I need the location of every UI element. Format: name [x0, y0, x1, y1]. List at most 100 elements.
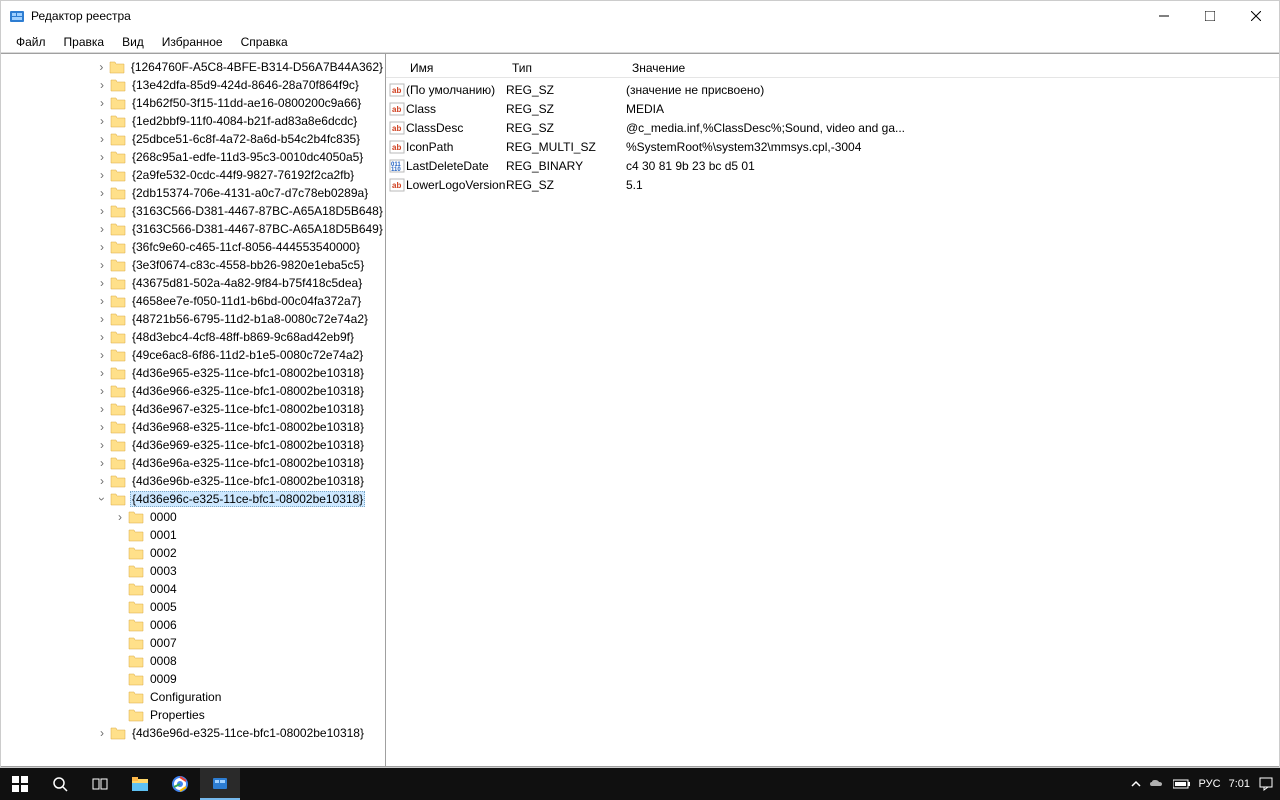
- tree-item[interactable]: ›{4d36e965-e325-11ce-bfc1-08002be10318}: [1, 364, 385, 382]
- tree-item[interactable]: ›{3163C566-D381-4467-87BC-A65A18D5B648}: [1, 202, 385, 220]
- expand-icon[interactable]: ›: [96, 726, 108, 740]
- tree-item[interactable]: Configuration: [1, 688, 385, 706]
- tree-item[interactable]: ›{49ce6ac8-6f86-11d2-b1e5-0080c72e74a2}: [1, 346, 385, 364]
- expand-icon[interactable]: ›: [96, 456, 108, 470]
- tree-item[interactable]: 0003: [1, 562, 385, 580]
- tree-item[interactable]: ›{48721b56-6795-11d2-b1a8-0080c72e74a2}: [1, 310, 385, 328]
- menu-edit[interactable]: Правка: [55, 33, 114, 51]
- clock[interactable]: 7:01: [1229, 778, 1250, 790]
- expand-icon[interactable]: ›: [96, 294, 108, 308]
- taskbar[interactable]: РУС 7:01: [0, 768, 1280, 800]
- system-tray[interactable]: РУС 7:01: [1131, 776, 1280, 792]
- tree-item-selected[interactable]: ›{4d36e96c-e325-11ce-bfc1-08002be10318}: [1, 490, 385, 508]
- close-button[interactable]: [1233, 1, 1279, 31]
- tree-item[interactable]: 0005: [1, 598, 385, 616]
- expand-icon[interactable]: ›: [96, 312, 108, 326]
- expand-icon[interactable]: ›: [96, 348, 108, 362]
- tree-item[interactable]: ›{4d36e96d-e325-11ce-bfc1-08002be10318}: [1, 724, 385, 742]
- col-data-header[interactable]: Значение: [626, 61, 1279, 75]
- tree-item[interactable]: ›{25dbce51-6c8f-4a72-8a6d-b54c2b4fc835}: [1, 130, 385, 148]
- expand-icon[interactable]: ›: [96, 60, 107, 74]
- expand-icon[interactable]: ›: [96, 204, 108, 218]
- collapse-icon[interactable]: ›: [95, 493, 109, 505]
- expand-icon[interactable]: ›: [96, 330, 108, 344]
- tree-pane[interactable]: ›{1264760F-A5C8-4BFE-B314-D56A7B44A362}›…: [1, 54, 386, 766]
- expand-icon[interactable]: ›: [96, 258, 108, 272]
- tree-item[interactable]: ›{4d36e96b-e325-11ce-bfc1-08002be10318}: [1, 472, 385, 490]
- tree-item[interactable]: ›{4d36e969-e325-11ce-bfc1-08002be10318}: [1, 436, 385, 454]
- menu-help[interactable]: Справка: [232, 33, 297, 51]
- tree-item[interactable]: ›{4d36e96a-e325-11ce-bfc1-08002be10318}: [1, 454, 385, 472]
- tree-item[interactable]: Properties: [1, 706, 385, 724]
- expand-icon[interactable]: ›: [96, 78, 108, 92]
- tree-item[interactable]: ›{4658ee7e-f050-11d1-b6bd-00c04fa372a7}: [1, 292, 385, 310]
- tree-item[interactable]: ›{3163C566-D381-4467-87BC-A65A18D5B649}: [1, 220, 385, 238]
- tree-item[interactable]: 0006: [1, 616, 385, 634]
- titlebar[interactable]: Редактор реестра: [1, 1, 1279, 31]
- tree-item[interactable]: ›{43675d81-502a-4a82-9f84-b75f418c5dea}: [1, 274, 385, 292]
- maximize-button[interactable]: [1187, 1, 1233, 31]
- regedit-taskbar-icon[interactable]: [200, 768, 240, 800]
- expand-icon[interactable]: ›: [96, 474, 108, 488]
- expand-icon[interactable]: ›: [96, 150, 108, 164]
- expand-icon[interactable]: ›: [96, 276, 108, 290]
- tree-item[interactable]: ›{2a9fe532-0cdc-44f9-9827-76192f2ca2fb}: [1, 166, 385, 184]
- tree-item[interactable]: ›{48d3ebc4-4cf8-48ff-b869-9c68ad42eb9f}: [1, 328, 385, 346]
- tree-item[interactable]: ›{4d36e967-e325-11ce-bfc1-08002be10318}: [1, 400, 385, 418]
- expand-icon[interactable]: ›: [96, 438, 108, 452]
- expand-icon[interactable]: ›: [96, 240, 108, 254]
- tree-item[interactable]: 0009: [1, 670, 385, 688]
- value-row[interactable]: abClassREG_SZMEDIA: [386, 99, 1279, 118]
- value-row[interactable]: abIconPathREG_MULTI_SZ%SystemRoot%\syste…: [386, 137, 1279, 156]
- tree-item[interactable]: 0008: [1, 652, 385, 670]
- expand-icon[interactable]: ›: [96, 186, 108, 200]
- minimize-button[interactable]: [1141, 1, 1187, 31]
- taskview-button[interactable]: [80, 768, 120, 800]
- menu-file[interactable]: Файл: [7, 33, 55, 51]
- tree-item[interactable]: ›{36fc9e60-c465-11cf-8056-444553540000}: [1, 238, 385, 256]
- tree-item[interactable]: ›{3e3f0674-c83c-4558-bb26-9820e1eba5c5}: [1, 256, 385, 274]
- value-row[interactable]: abLowerLogoVersionREG_SZ5.1: [386, 175, 1279, 194]
- menu-favorites[interactable]: Избранное: [153, 33, 232, 51]
- expand-icon[interactable]: ›: [96, 384, 108, 398]
- start-button[interactable]: [0, 768, 40, 800]
- tree-item[interactable]: 0001: [1, 526, 385, 544]
- expand-icon[interactable]: ›: [96, 420, 108, 434]
- battery-icon[interactable]: [1173, 779, 1191, 789]
- tree-item[interactable]: 0007: [1, 634, 385, 652]
- expand-icon[interactable]: ›: [96, 366, 108, 380]
- values-header[interactable]: Имя Тип Значение: [386, 54, 1279, 78]
- menu-view[interactable]: Вид: [113, 33, 153, 51]
- language-indicator[interactable]: РУС: [1199, 778, 1221, 790]
- tree-item[interactable]: 0004: [1, 580, 385, 598]
- tree-scroll[interactable]: ›{1264760F-A5C8-4BFE-B314-D56A7B44A362}›…: [1, 54, 385, 766]
- tree-item[interactable]: ›{268c95a1-edfe-11d3-95c3-0010dc4050a5}: [1, 148, 385, 166]
- action-center-icon[interactable]: [1258, 776, 1274, 792]
- tree-item[interactable]: ›{1264760F-A5C8-4BFE-B314-D56A7B44A362}: [1, 58, 385, 76]
- chrome-icon[interactable]: [160, 768, 200, 800]
- value-row[interactable]: abClassDescREG_SZ@c_media.inf,%ClassDesc…: [386, 118, 1279, 137]
- tray-chevron-icon[interactable]: [1131, 779, 1141, 789]
- explorer-icon[interactable]: [120, 768, 160, 800]
- tree-item[interactable]: ›{4d36e968-e325-11ce-bfc1-08002be10318}: [1, 418, 385, 436]
- tree-item[interactable]: ›0000: [1, 508, 385, 526]
- expand-icon[interactable]: ›: [114, 510, 126, 524]
- expand-icon[interactable]: ›: [96, 96, 108, 110]
- tree-item[interactable]: ›{13e42dfa-85d9-424d-8646-28a70f864f9c}: [1, 76, 385, 94]
- col-name-header[interactable]: Имя: [386, 61, 506, 75]
- col-type-header[interactable]: Тип: [506, 61, 626, 75]
- expand-icon[interactable]: ›: [96, 132, 108, 146]
- tree-item[interactable]: 0002: [1, 544, 385, 562]
- tree-item[interactable]: ›{14b62f50-3f15-11dd-ae16-0800200c9a66}: [1, 94, 385, 112]
- tree-item[interactable]: ›{2db15374-706e-4131-a0c7-d7c78eb0289a}: [1, 184, 385, 202]
- expand-icon[interactable]: ›: [96, 114, 108, 128]
- expand-icon[interactable]: ›: [96, 168, 108, 182]
- expand-icon[interactable]: ›: [96, 402, 108, 416]
- onedrive-icon[interactable]: [1149, 778, 1165, 790]
- search-button[interactable]: [40, 768, 80, 800]
- value-row[interactable]: ab(По умолчанию)REG_SZ(значение не присв…: [386, 80, 1279, 99]
- expand-icon[interactable]: ›: [96, 222, 108, 236]
- tree-item[interactable]: ›{4d36e966-e325-11ce-bfc1-08002be10318}: [1, 382, 385, 400]
- value-row[interactable]: 011110LastDeleteDateREG_BINARYc4 30 81 9…: [386, 156, 1279, 175]
- tree-item[interactable]: ›{1ed2bbf9-11f0-4084-b21f-ad83a8e6dcdc}: [1, 112, 385, 130]
